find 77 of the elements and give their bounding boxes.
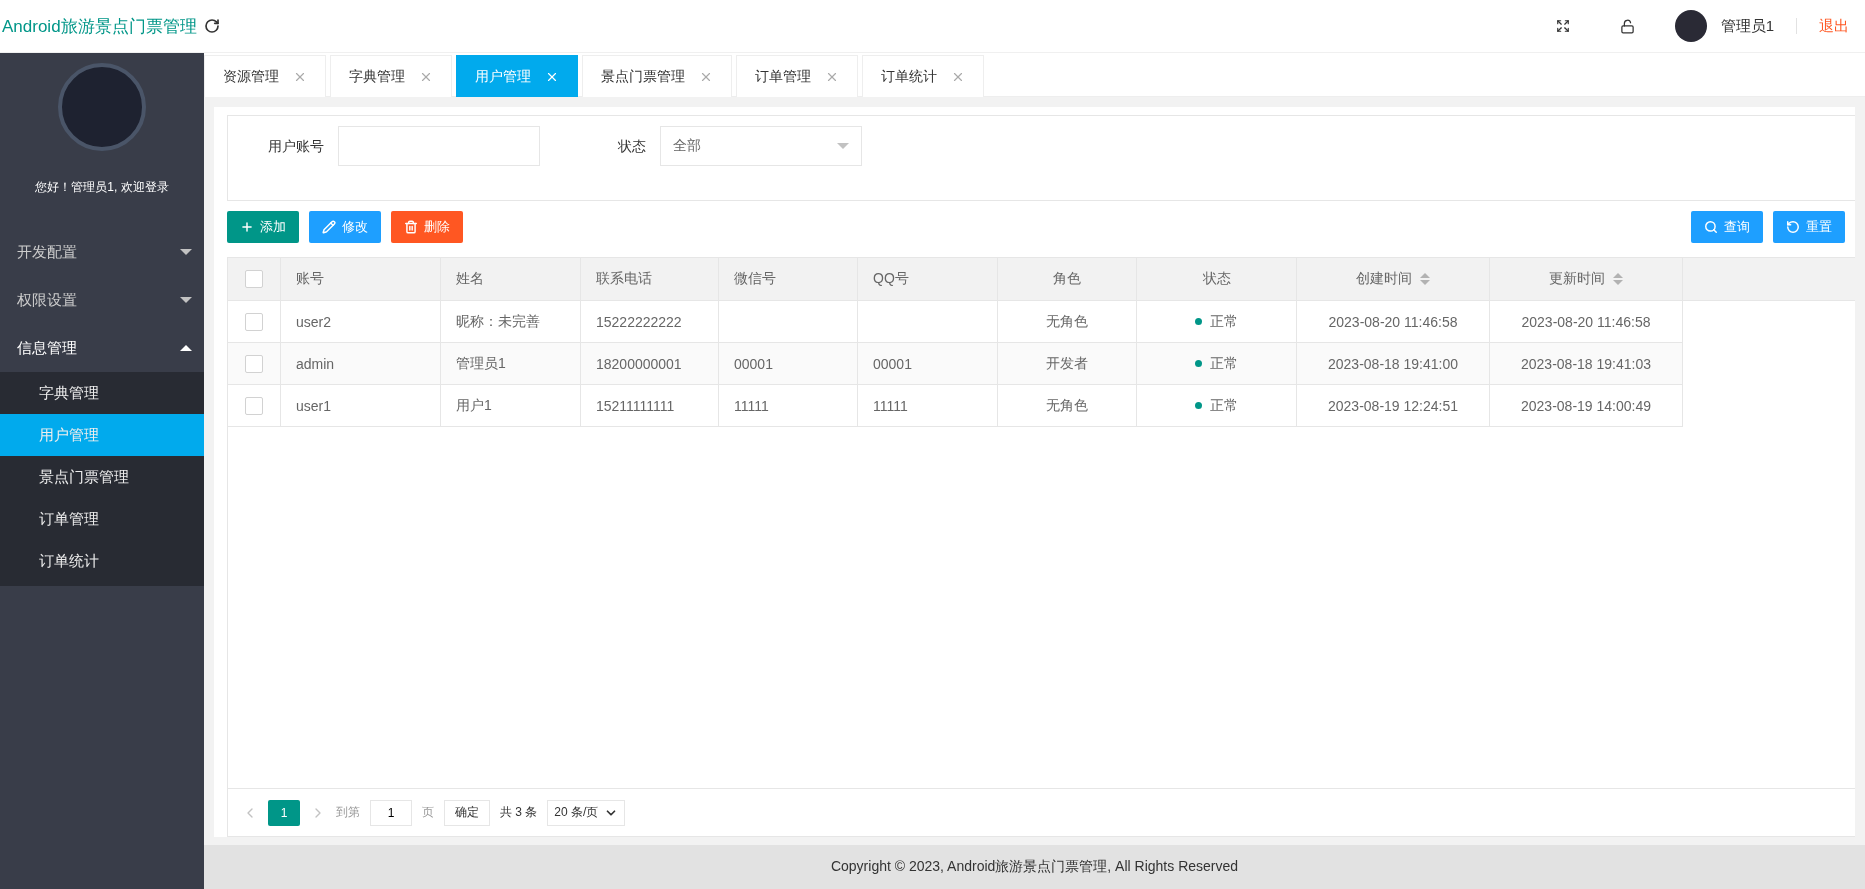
table-cell: 11111 <box>873 397 908 414</box>
tab[interactable]: 订单管理 <box>736 55 858 97</box>
checkbox[interactable] <box>245 270 263 288</box>
page-number[interactable]: 1 <box>268 799 300 826</box>
input-field[interactable] <box>338 126 540 166</box>
table-cell: 2023-08-18 19:41:00 <box>1328 355 1458 372</box>
table-cell: 2023-08-18 19:41:03 <box>1521 355 1651 372</box>
table-cell: 2023-08-19 12:24:51 <box>1328 397 1458 414</box>
table-cell: 15211111111 <box>596 397 675 414</box>
table-cell: 无角色 <box>1046 396 1088 415</box>
plus-icon <box>240 220 254 234</box>
refresh-icon[interactable] <box>204 18 220 34</box>
column-header: 创建时间 <box>1356 270 1412 288</box>
tab[interactable]: 字典管理 <box>330 55 452 97</box>
filter-label: 状态 <box>617 137 647 156</box>
menu-item[interactable]: 订单统计 <box>0 540 204 582</box>
table-cell: user1 <box>296 397 332 414</box>
sort-icon[interactable] <box>1613 273 1623 285</box>
copyright-text: Copyright © 2023, Android旅游景点门票管理, All Rights Reserved <box>830 858 1239 876</box>
menu-item[interactable]: 景点门票管理 <box>0 456 204 498</box>
trash-icon <box>404 220 418 234</box>
checkbox[interactable] <box>245 396 263 415</box>
page-size-select[interactable]: 20 条/页 <box>547 799 626 826</box>
total-count: 共 3 条 <box>500 804 538 821</box>
menu-group[interactable]: 权限设置 <box>0 276 204 324</box>
checkbox[interactable] <box>245 312 263 331</box>
table-cell: 正常 <box>1210 354 1238 373</box>
table-cell: 15222222222 <box>596 313 682 330</box>
page-unit: 页 <box>422 804 434 821</box>
table-cell: 用户1 <box>456 396 492 415</box>
table-cell: 2023-08-20 11:46:58 <box>1521 313 1651 330</box>
table-cell: 正常 <box>1210 312 1238 331</box>
table-cell: 2023-08-19 14:00:49 <box>1521 397 1651 414</box>
status-select[interactable]: 全部 <box>660 126 862 166</box>
goto-label: 到第 <box>336 804 360 821</box>
table-cell: 11111 <box>734 397 769 414</box>
confirm-button[interactable]: 确定 <box>444 799 490 826</box>
unlock-icon[interactable] <box>1619 18 1635 34</box>
table-cell: user2 <box>296 313 332 330</box>
tab[interactable]: 景点门票管理 <box>582 55 732 97</box>
tab[interactable]: 订单统计 <box>862 55 984 97</box>
tab[interactable]: 资源管理 <box>204 55 326 97</box>
table-cell: 18200000001 <box>596 355 682 372</box>
user-name[interactable]: 管理员1 <box>1720 16 1774 36</box>
greeting-text: 您好！管理员1, 欢迎登录 <box>35 179 169 196</box>
sort-icon[interactable] <box>1420 273 1430 285</box>
table-cell: 00001 <box>734 355 773 372</box>
column-header: 状态 <box>1202 270 1231 288</box>
table-cell: 无角色 <box>1046 312 1088 331</box>
table-cell: 管理员1 <box>456 354 506 373</box>
column-header: 联系电话 <box>596 270 652 288</box>
table-cell: admin <box>296 355 335 372</box>
menu-group[interactable]: 开发配置 <box>0 228 204 276</box>
column-header: 角色 <box>1053 270 1081 288</box>
reset-icon <box>1786 220 1800 234</box>
menu-item[interactable]: 字典管理 <box>0 372 204 414</box>
table-cell: 昵称：未完善 <box>456 312 540 331</box>
add-button[interactable]: 添加 <box>227 211 299 243</box>
column-header: 姓名 <box>456 270 484 288</box>
search-icon <box>1704 220 1718 234</box>
table-cell: 开发者 <box>1046 354 1088 373</box>
column-header: QQ号 <box>873 270 909 288</box>
checkbox[interactable] <box>245 354 263 373</box>
pencil-icon <box>322 220 336 234</box>
page-input[interactable]: 1 <box>370 799 412 826</box>
column-header: 更新时间 <box>1549 270 1605 288</box>
fullscreen-icon[interactable] <box>1555 19 1570 33</box>
avatar <box>1674 10 1707 42</box>
app-title: Android旅游景点门票管理 <box>1 15 198 38</box>
table-cell: 正常 <box>1210 396 1238 415</box>
filter-label: 用户账号 <box>267 137 325 156</box>
menu-group[interactable]: 信息管理 <box>0 324 204 372</box>
column-header: 账号 <box>296 270 324 288</box>
table-cell: 2023-08-20 11:46:58 <box>1328 313 1458 330</box>
menu-item[interactable]: 订单管理 <box>0 498 204 540</box>
column-header: 微信号 <box>734 270 776 288</box>
table-cell: 00001 <box>873 355 912 372</box>
